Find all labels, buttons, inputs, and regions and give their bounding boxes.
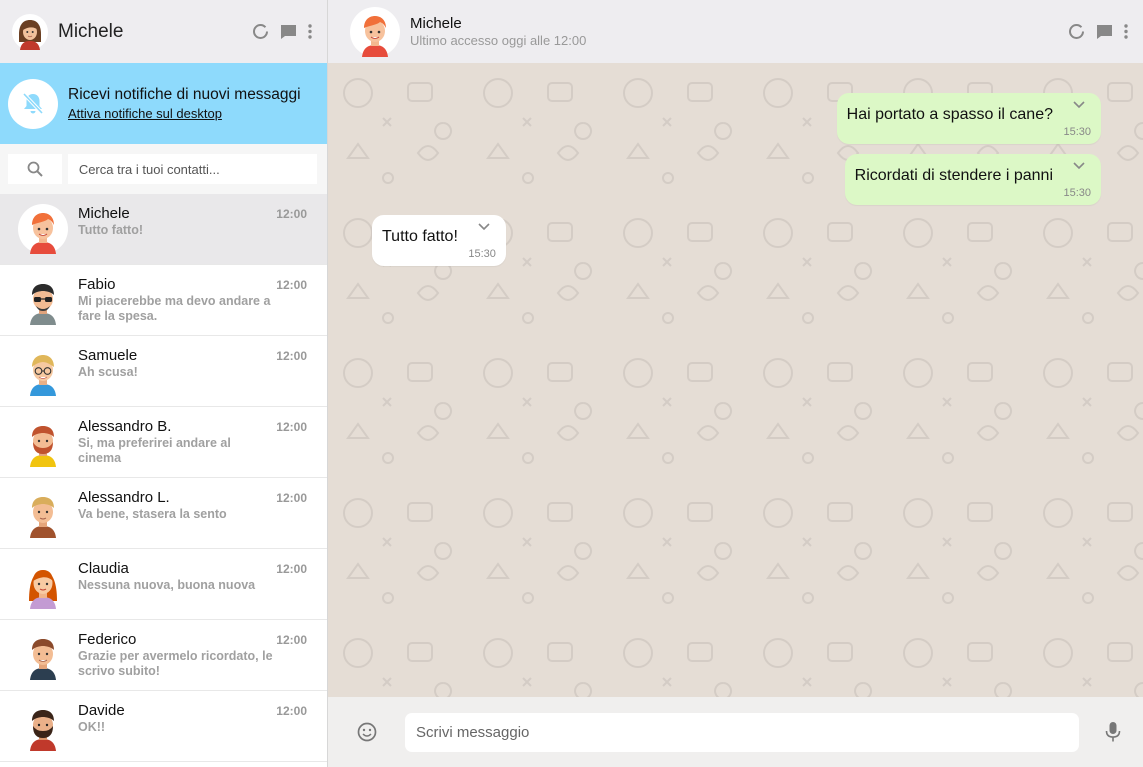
chat-contact-status: Ultimo accesso oggi alle 12:00 xyxy=(410,33,587,48)
contact-avatar xyxy=(18,204,68,254)
contact-time: 12:00 xyxy=(276,562,307,576)
contact-name: Claudia xyxy=(78,560,129,577)
message-time: 15:30 xyxy=(468,248,496,260)
contact-name: Michele xyxy=(78,205,130,222)
search-icon[interactable] xyxy=(8,154,62,184)
contact-avatar xyxy=(18,701,68,751)
message-sent[interactable]: Hai portato a spasso il cane? 15:30 xyxy=(836,93,1101,144)
contact-name: Federico xyxy=(78,631,137,648)
contact-name: Fabio xyxy=(78,276,116,293)
contact-avatar xyxy=(18,417,68,467)
contact-time: 12:00 xyxy=(276,207,307,221)
contact-time: 12:00 xyxy=(276,278,307,292)
contact-avatar xyxy=(18,630,68,680)
emoji-icon[interactable] xyxy=(356,721,378,743)
message-sent[interactable]: Ricordati di stendere i panni 15:30 xyxy=(844,154,1101,205)
message-area[interactable]: Hai portato a spasso il cane? 15:30 Rico… xyxy=(328,63,1143,697)
contact-last-message: Va bene, stasera la sento xyxy=(78,507,227,521)
contact-name: Alessandro L. xyxy=(78,489,170,506)
contact-avatar xyxy=(18,346,68,396)
contact-last-message: Nessuna nuova, buona nuova xyxy=(78,578,256,592)
message-time: 15:30 xyxy=(1063,187,1091,199)
contact-name: Alessandro B. xyxy=(78,418,172,435)
chat-icon[interactable] xyxy=(1095,23,1113,41)
contact-item-davide[interactable]: Davide 12:00 OK!! xyxy=(0,691,327,762)
contact-time: 12:00 xyxy=(276,704,307,718)
menu-icon[interactable] xyxy=(307,23,313,41)
contact-list: Michele 12:00 Tutto fatto! Fabio 12:00 M… xyxy=(0,194,327,767)
message-text: Hai portato a spasso il cane? xyxy=(846,106,1053,123)
chat-contact-name: Michele xyxy=(410,15,462,32)
user-name: Michele xyxy=(58,20,124,42)
contact-last-message: OK!! xyxy=(78,720,106,734)
sidebar-header: Michele xyxy=(0,0,327,63)
status-icon[interactable] xyxy=(1067,23,1085,41)
message-time: 15:30 xyxy=(1063,126,1091,138)
chevron-down-icon[interactable] xyxy=(1073,162,1085,170)
contact-time: 12:00 xyxy=(276,420,307,434)
user-avatar[interactable] xyxy=(12,13,48,50)
message-composer xyxy=(328,697,1143,767)
contact-item-alessandro-l[interactable]: Alessandro L. 12:00 Va bene, stasera la … xyxy=(0,478,327,549)
message-input[interactable] xyxy=(405,712,1079,752)
contact-avatar xyxy=(18,559,68,609)
contact-avatar xyxy=(18,275,68,325)
chat-icon[interactable] xyxy=(279,23,297,41)
contact-time: 12:00 xyxy=(276,349,307,363)
contact-time: 12:00 xyxy=(276,633,307,647)
message-received[interactable]: Tutto fatto! 15:30 xyxy=(372,215,506,266)
contact-time: 12:00 xyxy=(276,491,307,505)
contact-avatar xyxy=(18,488,68,538)
contact-last-message: Tutto fatto! xyxy=(78,223,144,237)
microphone-icon[interactable] xyxy=(1103,721,1123,743)
contact-item-claudia[interactable]: Claudia 12:00 Nessuna nuova, buona nuova xyxy=(0,549,327,620)
sidebar: Michele Ricevi notifiche di nuovi messag… xyxy=(0,0,328,767)
bell-off-icon[interactable] xyxy=(8,78,58,129)
contact-item-michele[interactable]: Michele 12:00 Tutto fatto! xyxy=(0,194,327,265)
chat-contact-avatar[interactable] xyxy=(350,6,400,57)
contact-name: Samuele xyxy=(78,347,138,364)
contact-last-message: Si, ma preferirei andare al cinema xyxy=(78,436,231,465)
search-input[interactable] xyxy=(67,154,317,184)
contact-last-message: Grazie per avermelo ricordato, le scrivo… xyxy=(78,649,273,678)
contact-last-message: Mi piacerebbe ma devo andare a fare la s… xyxy=(78,294,271,323)
notification-banner: Ricevi notifiche di nuovi messaggi Attiv… xyxy=(0,63,327,144)
message-text: Tutto fatto! xyxy=(382,228,458,245)
chevron-down-icon[interactable] xyxy=(1073,101,1085,109)
whatsapp-app: Michele Ricevi notifiche di nuovi messag… xyxy=(0,0,1143,767)
chevron-down-icon[interactable] xyxy=(478,223,490,231)
enable-notifications-link[interactable]: Attiva notifiche sul desktop xyxy=(68,106,301,121)
contact-last-message: Ah scusa! xyxy=(78,365,138,379)
contact-name: Davide xyxy=(78,702,125,719)
contact-item-fabio[interactable]: Fabio 12:00 Mi piacerebbe ma devo andare… xyxy=(0,265,327,336)
message-text: Ricordati di stendere i panni xyxy=(854,167,1053,184)
search-bar xyxy=(0,144,327,194)
contact-item-alessandro-b[interactable]: Alessandro B. 12:00 Si, ma preferirei an… xyxy=(0,407,327,478)
contact-item-samuele[interactable]: Samuele 12:00 Ah scusa! xyxy=(0,336,327,407)
chat-header: Michele Ultimo accesso oggi alle 12:00 xyxy=(328,0,1143,63)
chat-panel: Michele Ultimo accesso oggi alle 12:00 H… xyxy=(328,0,1143,767)
status-icon[interactable] xyxy=(251,23,269,41)
notification-title: Ricevi notifiche di nuovi messaggi xyxy=(68,86,301,103)
contact-item-federico[interactable]: Federico 12:00 Grazie per avermelo ricor… xyxy=(0,620,327,691)
menu-icon[interactable] xyxy=(1123,23,1129,41)
